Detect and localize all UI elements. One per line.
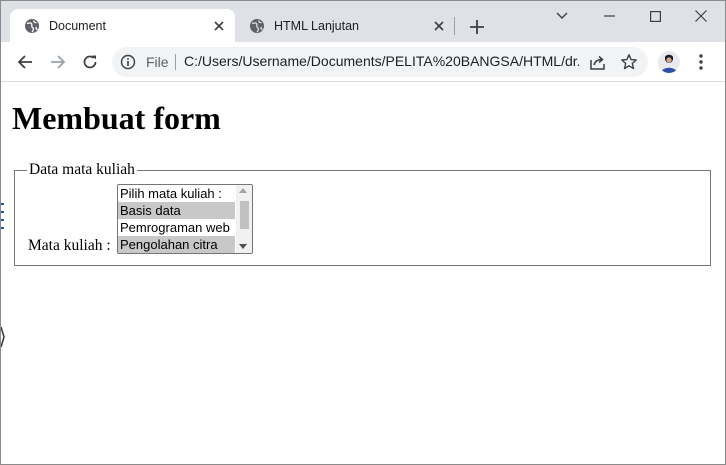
tab-title: HTML Lanjutan (274, 18, 359, 33)
maximize-icon[interactable] (632, 1, 678, 31)
course-option[interactable]: Pemrograman web (118, 219, 235, 236)
tab-strip: Document HTML Lanjutan (1, 1, 725, 42)
course-option[interactable]: Basis data (118, 202, 235, 219)
plus-icon[interactable] (465, 15, 489, 39)
page-title: Membuat form (12, 100, 221, 136)
listbox-scrollbar[interactable] (236, 185, 252, 253)
url-divider (175, 54, 176, 70)
edge-artifact (1, 325, 5, 349)
tab-document[interactable]: Document (10, 9, 235, 42)
back-arrow-icon[interactable] (11, 48, 39, 76)
scroll-down-icon[interactable] (239, 244, 247, 249)
url-scheme: File (146, 54, 169, 70)
page-content: Membuat form Data mata kuliah Mata kulia… (1, 82, 725, 464)
course-label: Mata kuliah : (28, 237, 111, 254)
address-bar[interactable]: File C:/Users/Username/Documents/PELITA%… (112, 47, 648, 77)
scroll-up-icon[interactable] (239, 188, 247, 193)
star-icon[interactable] (620, 53, 638, 71)
info-icon[interactable] (120, 54, 136, 70)
kebab-menu-icon[interactable] (691, 52, 711, 72)
window-close-icon[interactable] (678, 1, 724, 31)
tab-title: Document (49, 18, 106, 33)
url-text[interactable]: C:/Users/Username/Documents/PELITA%20BAN… (184, 53, 579, 69)
share-icon[interactable] (589, 53, 607, 71)
forward-arrow-icon[interactable] (44, 48, 72, 76)
course-option[interactable]: Pilih mata kuliah : (118, 185, 235, 202)
course-select[interactable]: Pilih mata kuliah : Basis data Pemrogram… (117, 184, 253, 254)
minimize-icon[interactable] (586, 1, 632, 31)
reload-icon[interactable] (76, 48, 104, 76)
scrollbar-thumb[interactable] (240, 201, 249, 229)
close-icon[interactable] (211, 18, 227, 34)
globe-icon (249, 18, 265, 34)
course-option[interactable]: Pengolahan citra (118, 236, 235, 253)
course-fieldset: Data mata kuliah Mata kuliah : Pilih mat… (14, 161, 711, 266)
avatar[interactable] (658, 51, 680, 73)
fieldset-legend: Data mata kuliah (27, 161, 137, 179)
browser-toolbar: File C:/Users/Username/Documents/PELITA%… (1, 42, 725, 82)
globe-icon (24, 18, 40, 34)
close-icon[interactable] (431, 18, 447, 34)
chevron-down-icon[interactable] (539, 1, 585, 31)
browser-window: Document HTML Lanjutan File C:/Users/Use… (0, 0, 726, 465)
tab-divider (454, 17, 455, 35)
edge-artifact (1, 202, 5, 230)
tab-html-lanjutan[interactable]: HTML Lanjutan (235, 9, 455, 42)
